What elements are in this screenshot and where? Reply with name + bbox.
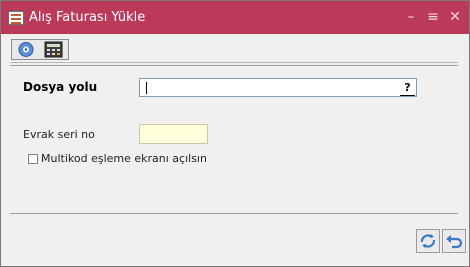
toolbar-button-group — [11, 39, 69, 60]
toolbar — [10, 38, 458, 63]
calculator-button[interactable] — [41, 41, 66, 58]
app-icon — [8, 11, 24, 25]
file-path-label: Dosya yolu — [23, 80, 98, 94]
undo-icon — [446, 235, 463, 249]
calculator-icon — [44, 41, 63, 58]
window-title: Alış Faturası Yükle — [29, 10, 146, 25]
title-bar[interactable]: Alış Faturası Yükle – ≡ ✕ — [1, 1, 469, 34]
apply-icon — [420, 234, 436, 248]
toolbar-divider — [10, 65, 458, 66]
footer-divider — [10, 213, 458, 214]
dialog-window: Alış Faturası Yükle – ≡ ✕ Dosya yolu ? E… — [0, 0, 470, 267]
close-button[interactable]: ✕ — [447, 9, 463, 25]
settings-button[interactable] — [14, 41, 39, 58]
serial-no-label: Evrak seri no — [23, 128, 95, 141]
maximize-button[interactable]: ≡ — [425, 9, 441, 25]
multikod-label[interactable]: Multikod eşleme ekranı açılsın — [41, 152, 207, 165]
multikod-checkbox[interactable] — [28, 154, 38, 164]
settings-disc-icon — [18, 42, 34, 57]
minimize-button[interactable]: – — [403, 9, 419, 25]
file-path-input[interactable]: ? — [139, 78, 417, 97]
serial-no-input[interactable] — [139, 124, 208, 144]
text-caret — [146, 82, 147, 94]
undo-button[interactable] — [442, 229, 466, 253]
browse-button[interactable]: ? — [400, 80, 415, 96]
apply-button[interactable] — [416, 229, 440, 253]
